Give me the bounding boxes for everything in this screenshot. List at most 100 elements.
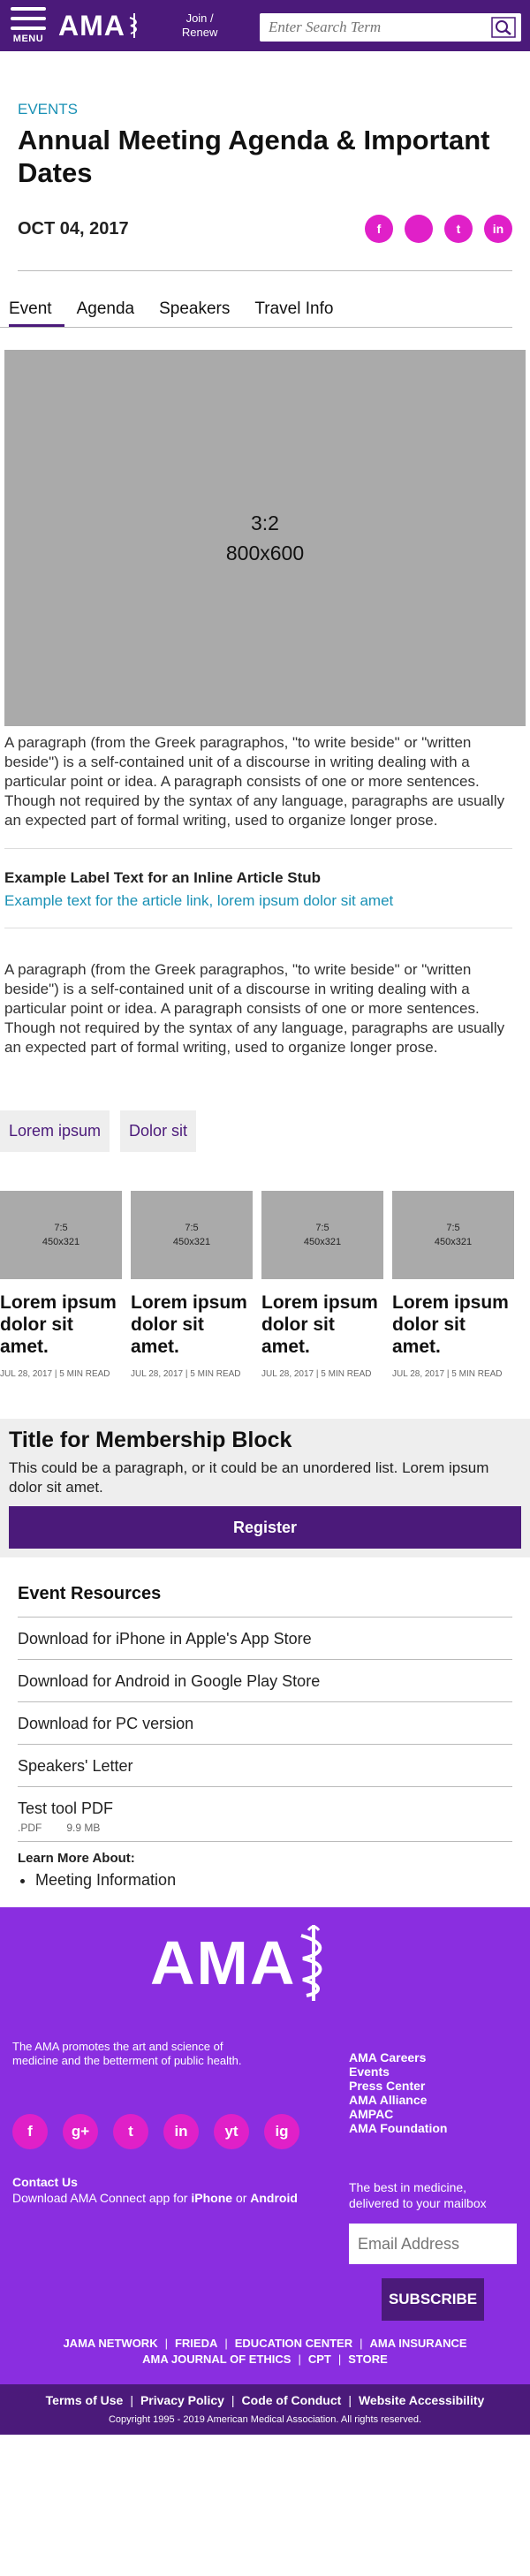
footer-link-careers[interactable]: AMA Careers	[349, 2050, 447, 2065]
footer-link-foundation[interactable]: AMA Foundation	[349, 2121, 447, 2135]
card-title[interactable]: Lorem ipsum dolor sit amet.	[131, 1292, 253, 1358]
tab-speakers[interactable]: Speakers	[159, 298, 242, 327]
footer-link-press-center[interactable]: Press Center	[349, 2079, 447, 2093]
stub-label: Example Label Text for an Inline Article…	[4, 869, 322, 886]
legal-bar: Terms of Use | Privacy Policy | Code of Cond…	[0, 2384, 530, 2435]
stub-link[interactable]: Example text for the article link, lorem…	[4, 892, 526, 910]
google-plus-icon[interactable]: g+	[63, 2114, 98, 2149]
tab-event[interactable]: Event	[9, 298, 64, 327]
newsletter-line: delivered to your mailbox	[349, 2196, 487, 2210]
footer-links: AMA Careers Events Press Center AMA Alli…	[349, 2050, 447, 2135]
article-header: EVENTS Annual Meeting Agenda & Important…	[0, 101, 530, 244]
footer-link-alliance[interactable]: AMA Alliance	[349, 2093, 447, 2107]
menu-button[interactable]: MENU	[9, 7, 48, 44]
card-image-placeholder: 7:5 450x321	[0, 1191, 122, 1279]
ama-logo[interactable]: AMA	[58, 10, 141, 42]
contact-app-text: Download AMA Connect app for	[12, 2191, 188, 2205]
file-size: 9.9 MB	[66, 1822, 101, 1834]
tag-dolor-sit[interactable]: Dolor sit	[120, 1110, 197, 1152]
iphone-app-link[interactable]: iPhone	[191, 2191, 232, 2205]
partner-cpt[interactable]: CPT	[308, 2352, 331, 2366]
privacy-policy-link[interactable]: Privacy Policy	[140, 2393, 224, 2407]
youtube-icon[interactable]: yt	[214, 2114, 249, 2149]
linkedin-icon[interactable]: in	[484, 215, 512, 243]
facebook-icon[interactable]: f	[12, 2114, 48, 2149]
page-title: Annual Meeting Agenda & Important Dates	[18, 125, 490, 188]
email-field[interactable]	[349, 2224, 517, 2264]
image-ratio: 3:2	[251, 511, 279, 534]
resource-iphone-link[interactable]: Download for iPhone in Apple's App Store	[18, 1618, 512, 1660]
google-plus-icon[interactable]: g+	[405, 215, 433, 243]
footer-logo[interactable]: AMA	[150, 1923, 331, 2003]
hamburger-icon	[11, 7, 46, 30]
related-card[interactable]: 7:5 450x321 Lorem ipsum dolor sit amet. …	[261, 1191, 383, 1380]
learn-more-item[interactable]: Meeting Information	[35, 1871, 512, 1890]
resource-android-link[interactable]: Download for Android in Google Play Stor…	[18, 1660, 512, 1702]
partner-education-center[interactable]: EDUCATION CENTER	[235, 2337, 352, 2350]
footer-social: f g+ t in yt ig	[12, 2114, 299, 2149]
dateline: OCT 04, 2017 f g+ t in	[18, 214, 512, 244]
join-renew-link[interactable]: Join / Renew	[182, 11, 217, 40]
tab-travel-info[interactable]: Travel Info	[254, 298, 345, 327]
terms-of-use-link[interactable]: Terms of Use	[46, 2393, 124, 2407]
card-image-placeholder: 7:5 450x321	[261, 1191, 383, 1279]
partner-jama-network[interactable]: JAMA NETWORK	[63, 2337, 157, 2350]
divider	[18, 270, 512, 271]
tag-list: Lorem ipsum Dolor sit	[0, 1110, 530, 1152]
tab-agenda[interactable]: Agenda	[77, 298, 148, 327]
body-paragraph: A paragraph (from the Greek paragraphos,…	[4, 734, 505, 829]
event-resources: Event Resources Download for iPhone in A…	[0, 1584, 530, 1890]
code-of-conduct-link[interactable]: Code of Conduct	[242, 2393, 342, 2407]
search-box	[260, 13, 521, 42]
share-buttons: f g+ t in	[365, 215, 512, 243]
article-date: OCT 04, 2017	[18, 218, 129, 239]
twitter-icon[interactable]: t	[113, 2114, 148, 2149]
related-card[interactable]: 7:5 450x321 Lorem ipsum dolor sit amet. …	[392, 1191, 514, 1380]
resource-speakers-letter-link[interactable]: Speakers' Letter	[18, 1745, 512, 1787]
tag-lorem-ipsum[interactable]: Lorem ipsum	[0, 1110, 110, 1152]
file-type: .PDF	[18, 1822, 42, 1834]
partner-frieda[interactable]: FRIEDA	[175, 2337, 217, 2350]
related-card[interactable]: 7:5 450x321 Lorem ipsum dolor sit amet. …	[131, 1191, 253, 1380]
android-app-link[interactable]: Android	[250, 2191, 298, 2205]
linkedin-icon[interactable]: in	[163, 2114, 199, 2149]
resource-pdf-link[interactable]: Test tool PDF .PDF 9.9 MB	[18, 1787, 512, 1842]
newsletter-text: The best in medicine, delivered to your …	[349, 2179, 487, 2211]
related-card[interactable]: 7:5 450x321 Lorem ipsum dolor sit amet. …	[0, 1191, 122, 1380]
contact-or: or	[235, 2191, 247, 2205]
logo-text: AMA	[58, 9, 125, 42]
register-button[interactable]: Register	[9, 1506, 521, 1549]
card-title[interactable]: Lorem ipsum dolor sit amet.	[261, 1292, 383, 1358]
card-title[interactable]: Lorem ipsum dolor sit amet.	[0, 1292, 122, 1358]
card-title[interactable]: Lorem ipsum dolor sit amet.	[392, 1292, 514, 1358]
card-image-ratio: 7:5	[315, 1223, 329, 1233]
subscribe-button[interactable]: SUBSCRIBE	[382, 2278, 484, 2321]
file-name: Test tool PDF	[18, 1799, 114, 1817]
partner-store[interactable]: STORE	[348, 2352, 388, 2366]
footer-contact: Contact Us Download AMA Connect app for …	[12, 2174, 298, 2206]
card-image-placeholder: 7:5 450x321	[131, 1191, 253, 1279]
search-icon[interactable]	[488, 15, 519, 40]
caduceus-icon	[129, 13, 137, 38]
resource-pc-link[interactable]: Download for PC version	[18, 1702, 512, 1745]
partner-links: JAMA NETWORK | FRIEDA | EDUCATION CENTER | AMA…	[63, 2337, 467, 2366]
hero-image-placeholder: 3:2 800x600	[4, 350, 526, 726]
divider	[4, 848, 512, 849]
footer-link-events[interactable]: Events	[349, 2065, 447, 2079]
search-input[interactable]	[260, 13, 488, 42]
partner-journal-of-ethics[interactable]: AMA JOURNAL OF ETHICS	[142, 2352, 291, 2366]
website-accessibility-link[interactable]: Website Accessibility	[359, 2393, 484, 2407]
card-image-size: 450x321	[172, 1237, 211, 1247]
partner-ama-insurance[interactable]: AMA INSURANCE	[370, 2337, 467, 2350]
footer-link-ampac[interactable]: AMPAC	[349, 2107, 447, 2121]
copyright: Copyright 1995 - 2019 American Medical A…	[108, 2414, 421, 2425]
instagram-icon[interactable]: ig	[264, 2114, 299, 2149]
facebook-icon[interactable]: f	[365, 215, 393, 243]
resources-title: Event Resources	[18, 1584, 512, 1618]
category-label[interactable]: EVENTS	[18, 101, 512, 118]
renew-line: Renew	[181, 26, 218, 39]
file-meta: .PDF 9.9 MB	[18, 1822, 512, 1834]
contact-us-link[interactable]: Contact Us	[12, 2174, 298, 2190]
join-line: Join /	[186, 11, 214, 25]
twitter-icon[interactable]: t	[444, 215, 473, 243]
